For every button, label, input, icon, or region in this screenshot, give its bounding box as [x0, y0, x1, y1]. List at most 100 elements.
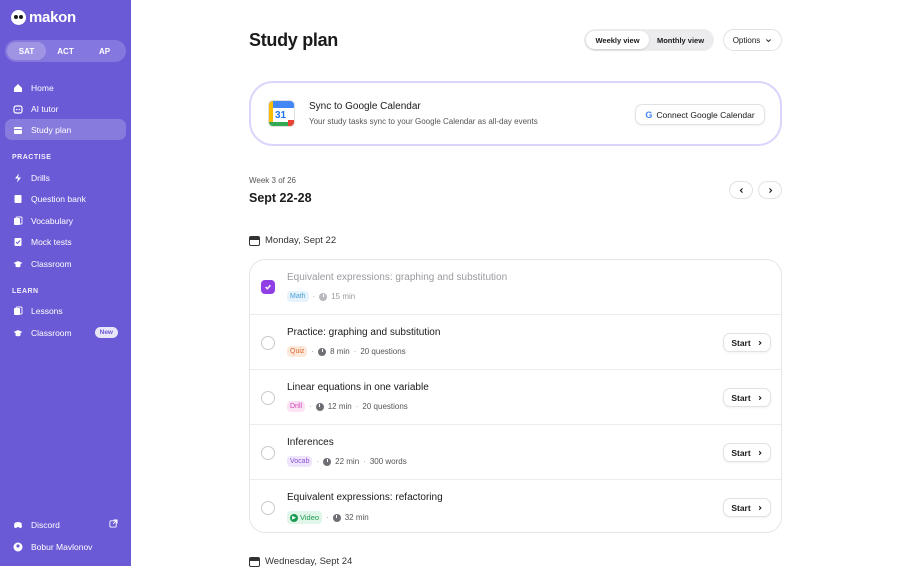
weekly-view-button[interactable]: Weekly view: [586, 31, 649, 49]
task-duration: 32 min: [344, 513, 369, 522]
start-button[interactable]: Start: [723, 443, 771, 462]
sidebar-item-ai-tutor[interactable]: AI tutor: [5, 98, 126, 119]
sidebar-item-mock-tests[interactable]: Mock tests: [5, 231, 126, 252]
sidebar-item-label: Question bank: [31, 193, 86, 204]
mock-tests-icon: [12, 236, 24, 248]
previous-week-button[interactable]: [729, 181, 753, 199]
task-title: Linear equations in one variable: [287, 382, 429, 393]
sidebar-item-home[interactable]: Home: [5, 77, 126, 98]
sidebar-item-label: Classroom: [31, 327, 72, 338]
next-week-button[interactable]: [758, 181, 782, 199]
check-icon: [265, 284, 271, 290]
sidebar: makon SAT ACT AP Home AI tutor Study pla…: [0, 0, 131, 566]
task-row[interactable]: Practice: graphing and substitution Quiz…: [250, 314, 781, 369]
exam-tab-act[interactable]: ACT: [46, 42, 85, 60]
sidebar-item-discord[interactable]: Discord: [5, 514, 126, 535]
task-checkbox[interactable]: [261, 391, 275, 405]
google-calendar-icon: 31: [268, 100, 295, 127]
task-meta: ▶ Video · 32 min: [287, 511, 369, 524]
sidebar-item-label: Study plan: [31, 124, 72, 135]
task-checkbox[interactable]: [261, 336, 275, 350]
start-button[interactable]: Start: [723, 333, 771, 352]
sync-subtitle: Your study tasks sync to your Google Cal…: [309, 117, 538, 126]
exam-tab-sat[interactable]: SAT: [7, 42, 46, 60]
task-extra: 20 questions: [360, 347, 406, 356]
task-list: Equivalent expressions: graphing and sub…: [249, 259, 782, 533]
app-logo[interactable]: makon: [11, 9, 76, 26]
task-duration: 12 min: [327, 402, 352, 411]
logo-icon: [11, 10, 26, 25]
section-header-learn: LEARN: [12, 288, 39, 295]
chevron-right-icon: [758, 505, 762, 510]
task-tag: ▶ Video: [287, 511, 323, 524]
task-row[interactable]: Inferences Vocab · 22 min · 300 words St…: [250, 424, 781, 479]
clock-icon: [315, 402, 324, 411]
chevron-right-icon: [758, 450, 762, 455]
task-duration: 22 min: [335, 457, 360, 466]
chevron-left-icon: [739, 187, 743, 193]
section-header-practise: PRACTISE: [12, 154, 52, 161]
lessons-icon: [12, 305, 24, 317]
monthly-view-button[interactable]: Monthly view: [649, 31, 712, 49]
exam-tab-ap[interactable]: AP: [85, 42, 124, 60]
task-meta: Math · 15 min: [287, 291, 355, 302]
sync-title: Sync to Google Calendar: [309, 101, 421, 112]
sidebar-item-vocabulary[interactable]: Vocabulary: [5, 210, 126, 231]
task-meta: Vocab · 22 min · 300 words: [287, 456, 407, 467]
sidebar-item-question-bank[interactable]: Question bank: [5, 188, 126, 209]
external-link-icon: [109, 519, 118, 530]
new-badge: New: [94, 327, 118, 338]
user-name: Bobur Mavlonov: [31, 541, 93, 552]
chevron-right-icon: [758, 340, 762, 345]
sidebar-item-classroom-learn[interactable]: Classroom New: [5, 322, 126, 343]
chevron-right-icon: [768, 187, 772, 193]
task-checkbox[interactable]: [261, 280, 275, 294]
play-icon: ▶: [290, 513, 298, 522]
page-title: Study plan: [249, 30, 339, 50]
task-checkbox[interactable]: [261, 501, 275, 515]
clock-icon: [318, 347, 327, 356]
sidebar-item-drills[interactable]: Drills: [5, 167, 126, 188]
home-icon: [12, 82, 24, 94]
sidebar-item-label: Lessons: [31, 305, 63, 316]
task-tag: Drill: [287, 401, 306, 412]
sidebar-item-label: Discord: [31, 519, 60, 530]
task-duration: 8 min: [330, 347, 350, 356]
task-title: Equivalent expressions: refactoring: [287, 492, 443, 503]
task-meta: Drill · 12 min · 20 questions: [287, 401, 408, 412]
sidebar-item-lessons[interactable]: Lessons: [5, 300, 126, 321]
sidebar-item-study-plan[interactable]: Study plan: [5, 119, 126, 140]
sidebar-item-label: Home: [31, 82, 54, 93]
start-button[interactable]: Start: [723, 498, 771, 517]
view-toggle: Weekly view Monthly view: [584, 29, 714, 51]
sidebar-item-classroom[interactable]: Classroom: [5, 253, 126, 274]
chevron-down-icon: [766, 38, 772, 42]
week-range: Sept 22-28: [249, 191, 312, 205]
options-button[interactable]: Options: [723, 29, 782, 51]
task-extra: 20 questions: [362, 402, 408, 411]
ai-tutor-icon: [12, 103, 24, 115]
task-row[interactable]: Equivalent expressions: graphing and sub…: [250, 260, 781, 315]
task-checkbox[interactable]: [261, 446, 275, 460]
sidebar-item-label: AI tutor: [31, 103, 59, 114]
day-label: Monday, Sept 22: [265, 235, 337, 246]
chevron-right-icon: [758, 395, 762, 400]
day-header: Wednesday, Sept 24: [249, 556, 352, 567]
sidebar-user-profile[interactable]: Bobur Mavlonov: [5, 536, 126, 557]
week-label: Week 3 of 26: [249, 176, 296, 185]
task-row[interactable]: Equivalent expressions: refactoring ▶ Vi…: [250, 479, 781, 532]
vocabulary-icon: [12, 215, 24, 227]
calendar-icon: [12, 124, 24, 136]
question-bank-icon: [12, 193, 24, 205]
options-label: Options: [732, 35, 761, 45]
task-title: Inferences: [287, 437, 334, 448]
google-icon: G: [645, 109, 653, 120]
task-duration: 15 min: [331, 292, 356, 301]
start-button[interactable]: Start: [723, 388, 771, 407]
sidebar-item-label: Drills: [31, 172, 50, 183]
sidebar-item-label: Vocabulary: [31, 215, 74, 226]
connect-google-calendar-button[interactable]: G Connect Google Calendar: [635, 104, 765, 125]
graduation-cap-icon: [12, 327, 24, 339]
discord-icon: [12, 519, 24, 531]
task-row[interactable]: Linear equations in one variable Drill ·…: [250, 369, 781, 424]
